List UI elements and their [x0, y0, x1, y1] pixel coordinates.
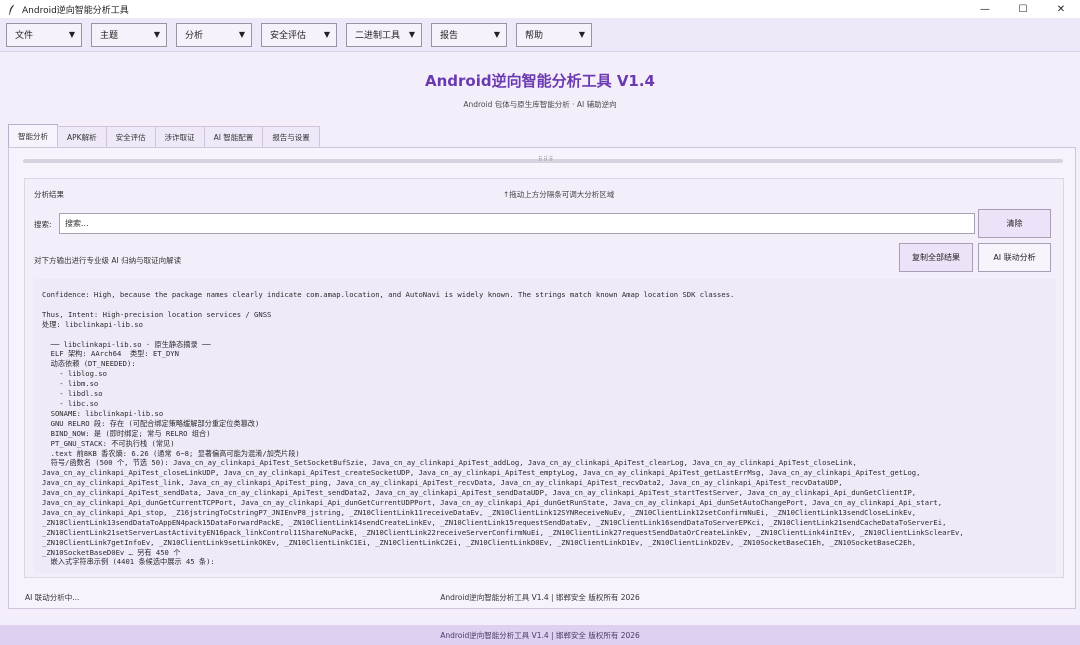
- chevron-down-icon: ▼: [408, 30, 415, 39]
- menu-label: 分析: [185, 31, 204, 41]
- menu-binary-tools[interactable]: 二进制工具 ▼: [346, 22, 422, 47]
- analysis-output-text[interactable]: Confidence: High, because the package na…: [34, 279, 1056, 573]
- copy-all-button[interactable]: 复制全部结果: [899, 243, 973, 272]
- tab-apk-parse[interactable]: APK解析: [57, 126, 107, 147]
- footer-bar: Android逆向智能分析工具 V1.4 | 邯郸安全 版权所有 2026: [0, 625, 1080, 645]
- output-line: _ZN10ClientLink21setServerLastActivityEN…: [42, 527, 964, 537]
- output-line: 处理: libclinkapi-lib.so: [42, 319, 143, 329]
- menu-label: 报告: [440, 31, 459, 41]
- output-line: - libc.so: [42, 398, 99, 408]
- page-subtitle: Android 包体与原生库智能分析 · AI 辅助逆向: [463, 100, 617, 109]
- chevron-down-icon: ▼: [153, 30, 160, 39]
- search-label: 搜索:: [34, 220, 52, 229]
- ai-linked-analysis-button[interactable]: AI 联动分析: [978, 243, 1051, 272]
- menu-analysis[interactable]: 分析 ▼: [176, 22, 252, 47]
- menu-label: 二进制工具: [355, 31, 401, 41]
- close-button[interactable]: ✕: [1042, 0, 1080, 18]
- app-header: Android逆向智能分析工具 V1.4 Android 包体与原生库智能分析 …: [0, 53, 1080, 119]
- chevron-down-icon: ▼: [323, 30, 330, 39]
- chevron-down-icon: ▼: [493, 30, 500, 39]
- tab-panel-smart-analysis: ⠿⠿⠿ 分析结果 ↑拖动上方分隔条可调大分析区域 搜索: 清除 对下方输出进行专…: [8, 147, 1076, 609]
- tab-bar: 智能分析 APK解析 安全评估 涉诈取证 AI 智能配置 报告与设置: [8, 124, 320, 147]
- output-line: ── libclinkapi-lib.so · 原生静态摘录 ──: [42, 339, 211, 349]
- minimize-button[interactable]: —: [966, 0, 1004, 18]
- menu-theme[interactable]: 主题 ▼: [91, 22, 167, 47]
- page-title: Android逆向智能分析工具 V1.4: [424, 72, 655, 90]
- panel-splitter[interactable]: ⠿⠿⠿: [23, 156, 1063, 163]
- menu-label: 帮助: [525, 31, 544, 41]
- output-line: Java_cn_ay_clinkapi_Api_dunGetCurrentTCP…: [42, 498, 943, 508]
- window-titlebar: Android逆向智能分析工具 — ☐ ✕: [0, 0, 1080, 18]
- output-line: - liblog.so: [42, 369, 107, 379]
- menu-file[interactable]: 文件 ▼: [6, 22, 82, 47]
- output-line: - libdl.so: [42, 389, 103, 399]
- tab-smart-analysis[interactable]: 智能分析: [8, 124, 58, 147]
- analysis-result-group: 分析结果 ↑拖动上方分隔条可调大分析区域 搜索: 清除 对下方输出进行专业级 A…: [24, 178, 1064, 578]
- search-input[interactable]: [59, 213, 975, 234]
- menu-label: 文件: [15, 31, 34, 41]
- result-section-label: 分析结果: [34, 190, 64, 199]
- output-line: 动态依赖 (DT_NEEDED):: [42, 359, 136, 369]
- output-line: _ZN10ClientLink7getInfoEv, _ZN10ClientLi…: [42, 537, 917, 547]
- output-line: 嵌入式字符串示例 (4401 条候选中展示 45 条):: [42, 557, 215, 567]
- drag-hint: ↑拖动上方分隔条可调大分析区域: [503, 190, 615, 199]
- output-line: Thus, Intent: High-precision location se…: [42, 309, 272, 319]
- output-line: SONAME: libclinkapi-lib.so: [42, 408, 164, 418]
- output-line: _ZN10SocketBaseD0Ev … 另有 450 个: [42, 547, 181, 557]
- output-line: Java_cn_ay_clinkapi_ApiTest_link, Java_c…: [42, 478, 843, 488]
- menu-label: 主题: [100, 31, 119, 41]
- output-line: Confidence: High, because the package na…: [42, 290, 735, 299]
- output-line: Java_cn_ay_clinkapi_ApiTest_sendData, Ja…: [42, 488, 917, 498]
- splitter-grip-icon: ⠿⠿⠿: [538, 156, 555, 163]
- window-title: Android逆向智能分析工具: [22, 5, 129, 16]
- output-line: Java_cn_ay_clinkapi_Api_stop, _Z16jstrin…: [42, 507, 917, 517]
- tab-security-assessment[interactable]: 安全评估: [105, 126, 156, 147]
- feather-icon: [6, 3, 18, 15]
- output-line: GNU RELRO 段: 存在 (可配合绑定策略缓解部分重定位类篡改): [42, 418, 260, 428]
- output-line: Java_cn_ay_clinkapi_ApiTest_closeLinkUDP…: [42, 468, 921, 478]
- tab-report-settings[interactable]: 报告与设置: [262, 126, 320, 147]
- status-copyright: Android逆向智能分析工具 V1.4 | 邯郸安全 版权所有 2026: [440, 593, 640, 602]
- footer-text: Android逆向智能分析工具 V1.4 | 邯郸安全 版权所有 2026: [440, 630, 640, 640]
- tab-fraud-forensics[interactable]: 涉诈取证: [154, 126, 205, 147]
- menu-security[interactable]: 安全评估 ▼: [261, 22, 337, 47]
- output-line: PT_GNU_STACK: 不可执行栈 (常见): [42, 438, 175, 448]
- menu-toolbar: 文件 ▼ 主题 ▼ 分析 ▼ 安全评估 ▼ 二进制工具 ▼ 报告 ▼ 帮助 ▼: [0, 18, 1080, 52]
- menu-help[interactable]: 帮助 ▼: [516, 22, 592, 47]
- menu-report[interactable]: 报告 ▼: [431, 22, 507, 47]
- tab-ai-config[interactable]: AI 智能配置: [203, 126, 264, 147]
- output-line: 符号/函数名 (500 个, 节选 50): Java_cn_ay_clinka…: [42, 458, 857, 468]
- output-line: _ZN10ClientLink13sendDataToAppEN4pack15D…: [42, 517, 947, 527]
- chevron-down-icon: ▼: [68, 30, 75, 39]
- chevron-down-icon: ▼: [238, 30, 245, 39]
- clear-button[interactable]: 清除: [978, 209, 1051, 238]
- chevron-down-icon: ▼: [578, 30, 585, 39]
- maximize-button[interactable]: ☐: [1004, 0, 1042, 18]
- ai-hint-text: 对下方输出进行专业级 AI 归纳与取证向解读: [34, 256, 182, 265]
- output-line: .text 前8KB 香农熵: 6.26 (通常 6~8; 显著偏高可能为混淆/…: [42, 448, 300, 458]
- output-line: ELF 架构: AArch64 类型: ET_DYN: [42, 349, 179, 359]
- output-line: BIND_NOW: 是 (即时绑定; 常与 RELRO 组合): [42, 428, 211, 438]
- menu-label: 安全评估: [270, 31, 307, 41]
- output-line: - libm.so: [42, 379, 99, 389]
